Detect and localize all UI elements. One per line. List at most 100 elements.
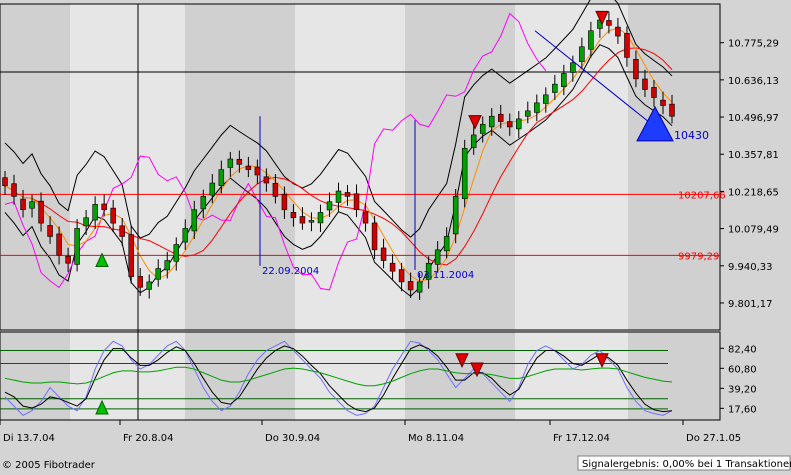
- candle-body[interactable]: [606, 20, 612, 26]
- candle-body[interactable]: [290, 212, 297, 219]
- candle-body[interactable]: [488, 115, 495, 128]
- candle-body[interactable]: [416, 281, 423, 293]
- candle-body[interactable]: [660, 99, 666, 106]
- candle-body[interactable]: [326, 201, 333, 211]
- oscillator-y-tick-label: 82,40: [728, 344, 757, 355]
- candle-body[interactable]: [65, 255, 71, 264]
- candle-body[interactable]: [119, 225, 125, 237]
- candle-body[interactable]: [317, 212, 324, 224]
- candle-body[interactable]: [146, 281, 152, 290]
- candle-body[interactable]: [534, 102, 540, 113]
- candle-body[interactable]: [633, 59, 639, 80]
- price-y-tick-label: 10.357,81: [728, 150, 779, 161]
- candle-body[interactable]: [362, 211, 369, 224]
- candle-body[interactable]: [407, 281, 414, 291]
- candle-body[interactable]: [380, 247, 387, 261]
- candle-body[interactable]: [200, 196, 207, 210]
- candle-body[interactable]: [20, 198, 26, 211]
- x-tick-label: Di 13.7.04: [3, 433, 55, 444]
- candle-body[interactable]: [434, 249, 441, 265]
- candle-body[interactable]: [245, 165, 252, 170]
- price-y-tick-label: 9.801,17: [728, 299, 773, 310]
- candle-body[interactable]: [110, 207, 116, 224]
- x-tick-label: Do 30.9.04: [265, 433, 320, 444]
- candle-body[interactable]: [29, 201, 35, 209]
- candle-body[interactable]: [507, 121, 513, 128]
- candle-body[interactable]: [281, 193, 288, 211]
- candle-body[interactable]: [335, 190, 342, 203]
- oscillator-y-tick-label: 39,20: [728, 384, 757, 395]
- candle-body[interactable]: [83, 217, 89, 227]
- oscillator-panel-bg: [0, 332, 720, 420]
- candle-body[interactable]: [389, 262, 396, 272]
- candle-body[interactable]: [92, 204, 98, 221]
- candle-body[interactable]: [443, 236, 450, 252]
- level-label: 10207,66: [678, 190, 726, 201]
- candle-body[interactable]: [624, 33, 630, 58]
- background-layer: [0, 0, 791, 455]
- candle-body[interactable]: [164, 260, 170, 271]
- candle-body[interactable]: [272, 183, 279, 197]
- candle-body[interactable]: [11, 183, 17, 197]
- candle-body[interactable]: [669, 103, 675, 117]
- candle-body[interactable]: [543, 94, 549, 104]
- candle-body[interactable]: [525, 110, 531, 117]
- candle-body[interactable]: [173, 244, 180, 262]
- price-y-tick-label: 9.940,33: [728, 262, 773, 273]
- candle-body[interactable]: [137, 276, 143, 288]
- candle-body[interactable]: [218, 169, 225, 186]
- candle-body[interactable]: [398, 269, 405, 283]
- candle-body[interactable]: [651, 87, 657, 98]
- candle-body[interactable]: [236, 158, 243, 165]
- candle-body[interactable]: [479, 123, 486, 134]
- price-time-band: [185, 4, 295, 330]
- footer-bar: © 2005 Fibotrader Signalergebnis: 0,00% …: [0, 455, 791, 471]
- oscillator-y-tick-label: 17,60: [728, 404, 757, 415]
- annotation-date-label: 22.09.2004: [262, 266, 319, 277]
- price-y-tick-label: 10.636,13: [728, 76, 779, 87]
- x-tick-label: Mo 8.11.04: [408, 433, 464, 444]
- candle-body[interactable]: [579, 46, 585, 62]
- candle-body[interactable]: [497, 113, 504, 122]
- price-panel-bg: [0, 4, 720, 330]
- candle-body[interactable]: [191, 209, 198, 232]
- chart-svg: 10207,66 9979,29 22.09.2004 03.11.2004 10430…: [0, 0, 791, 471]
- candle-body[interactable]: [642, 78, 648, 90]
- candle-body[interactable]: [227, 158, 234, 168]
- candle-body[interactable]: [552, 83, 558, 93]
- target-value-label: 10430: [674, 129, 709, 142]
- candle-body[interactable]: [516, 118, 522, 130]
- x-tick-label: Fr 20.8.04: [123, 433, 173, 444]
- candle-body[interactable]: [353, 193, 360, 211]
- candle-body[interactable]: [254, 166, 261, 176]
- candle-body[interactable]: [128, 234, 134, 277]
- candle-body[interactable]: [570, 62, 576, 73]
- candle-body[interactable]: [452, 196, 459, 235]
- candle-body[interactable]: [470, 134, 477, 149]
- x-tick-label: Fr 17.12.04: [553, 433, 610, 444]
- candle-body[interactable]: [74, 228, 80, 265]
- candle-body[interactable]: [2, 177, 8, 187]
- level-label: 9979,29: [678, 251, 719, 262]
- price-y-tick-label: 10.496,97: [728, 113, 779, 124]
- candle-body[interactable]: [308, 220, 315, 223]
- candle-body[interactable]: [56, 233, 62, 256]
- candle-body[interactable]: [182, 228, 189, 243]
- candle-body[interactable]: [615, 26, 621, 37]
- candle-body[interactable]: [561, 73, 567, 87]
- candle-body[interactable]: [38, 200, 44, 224]
- candle-body[interactable]: [588, 30, 594, 50]
- price-time-band: [0, 4, 70, 330]
- candle-body[interactable]: [47, 225, 53, 237]
- candle-body[interactable]: [371, 222, 378, 251]
- signal-result-label: Signalergebnis: 0,00% bei 1 Transaktione…: [582, 459, 791, 470]
- price-y-tick-label: 10.218,65: [728, 187, 779, 198]
- candle-body[interactable]: [461, 147, 468, 200]
- candle-body[interactable]: [344, 192, 351, 197]
- oscillator-y-tick-label: 60,80: [728, 364, 757, 375]
- candle-body[interactable]: [101, 203, 107, 211]
- candle-body[interactable]: [155, 268, 161, 280]
- candle-body[interactable]: [209, 182, 216, 196]
- candle-body[interactable]: [299, 216, 306, 224]
- candle-body[interactable]: [263, 176, 270, 184]
